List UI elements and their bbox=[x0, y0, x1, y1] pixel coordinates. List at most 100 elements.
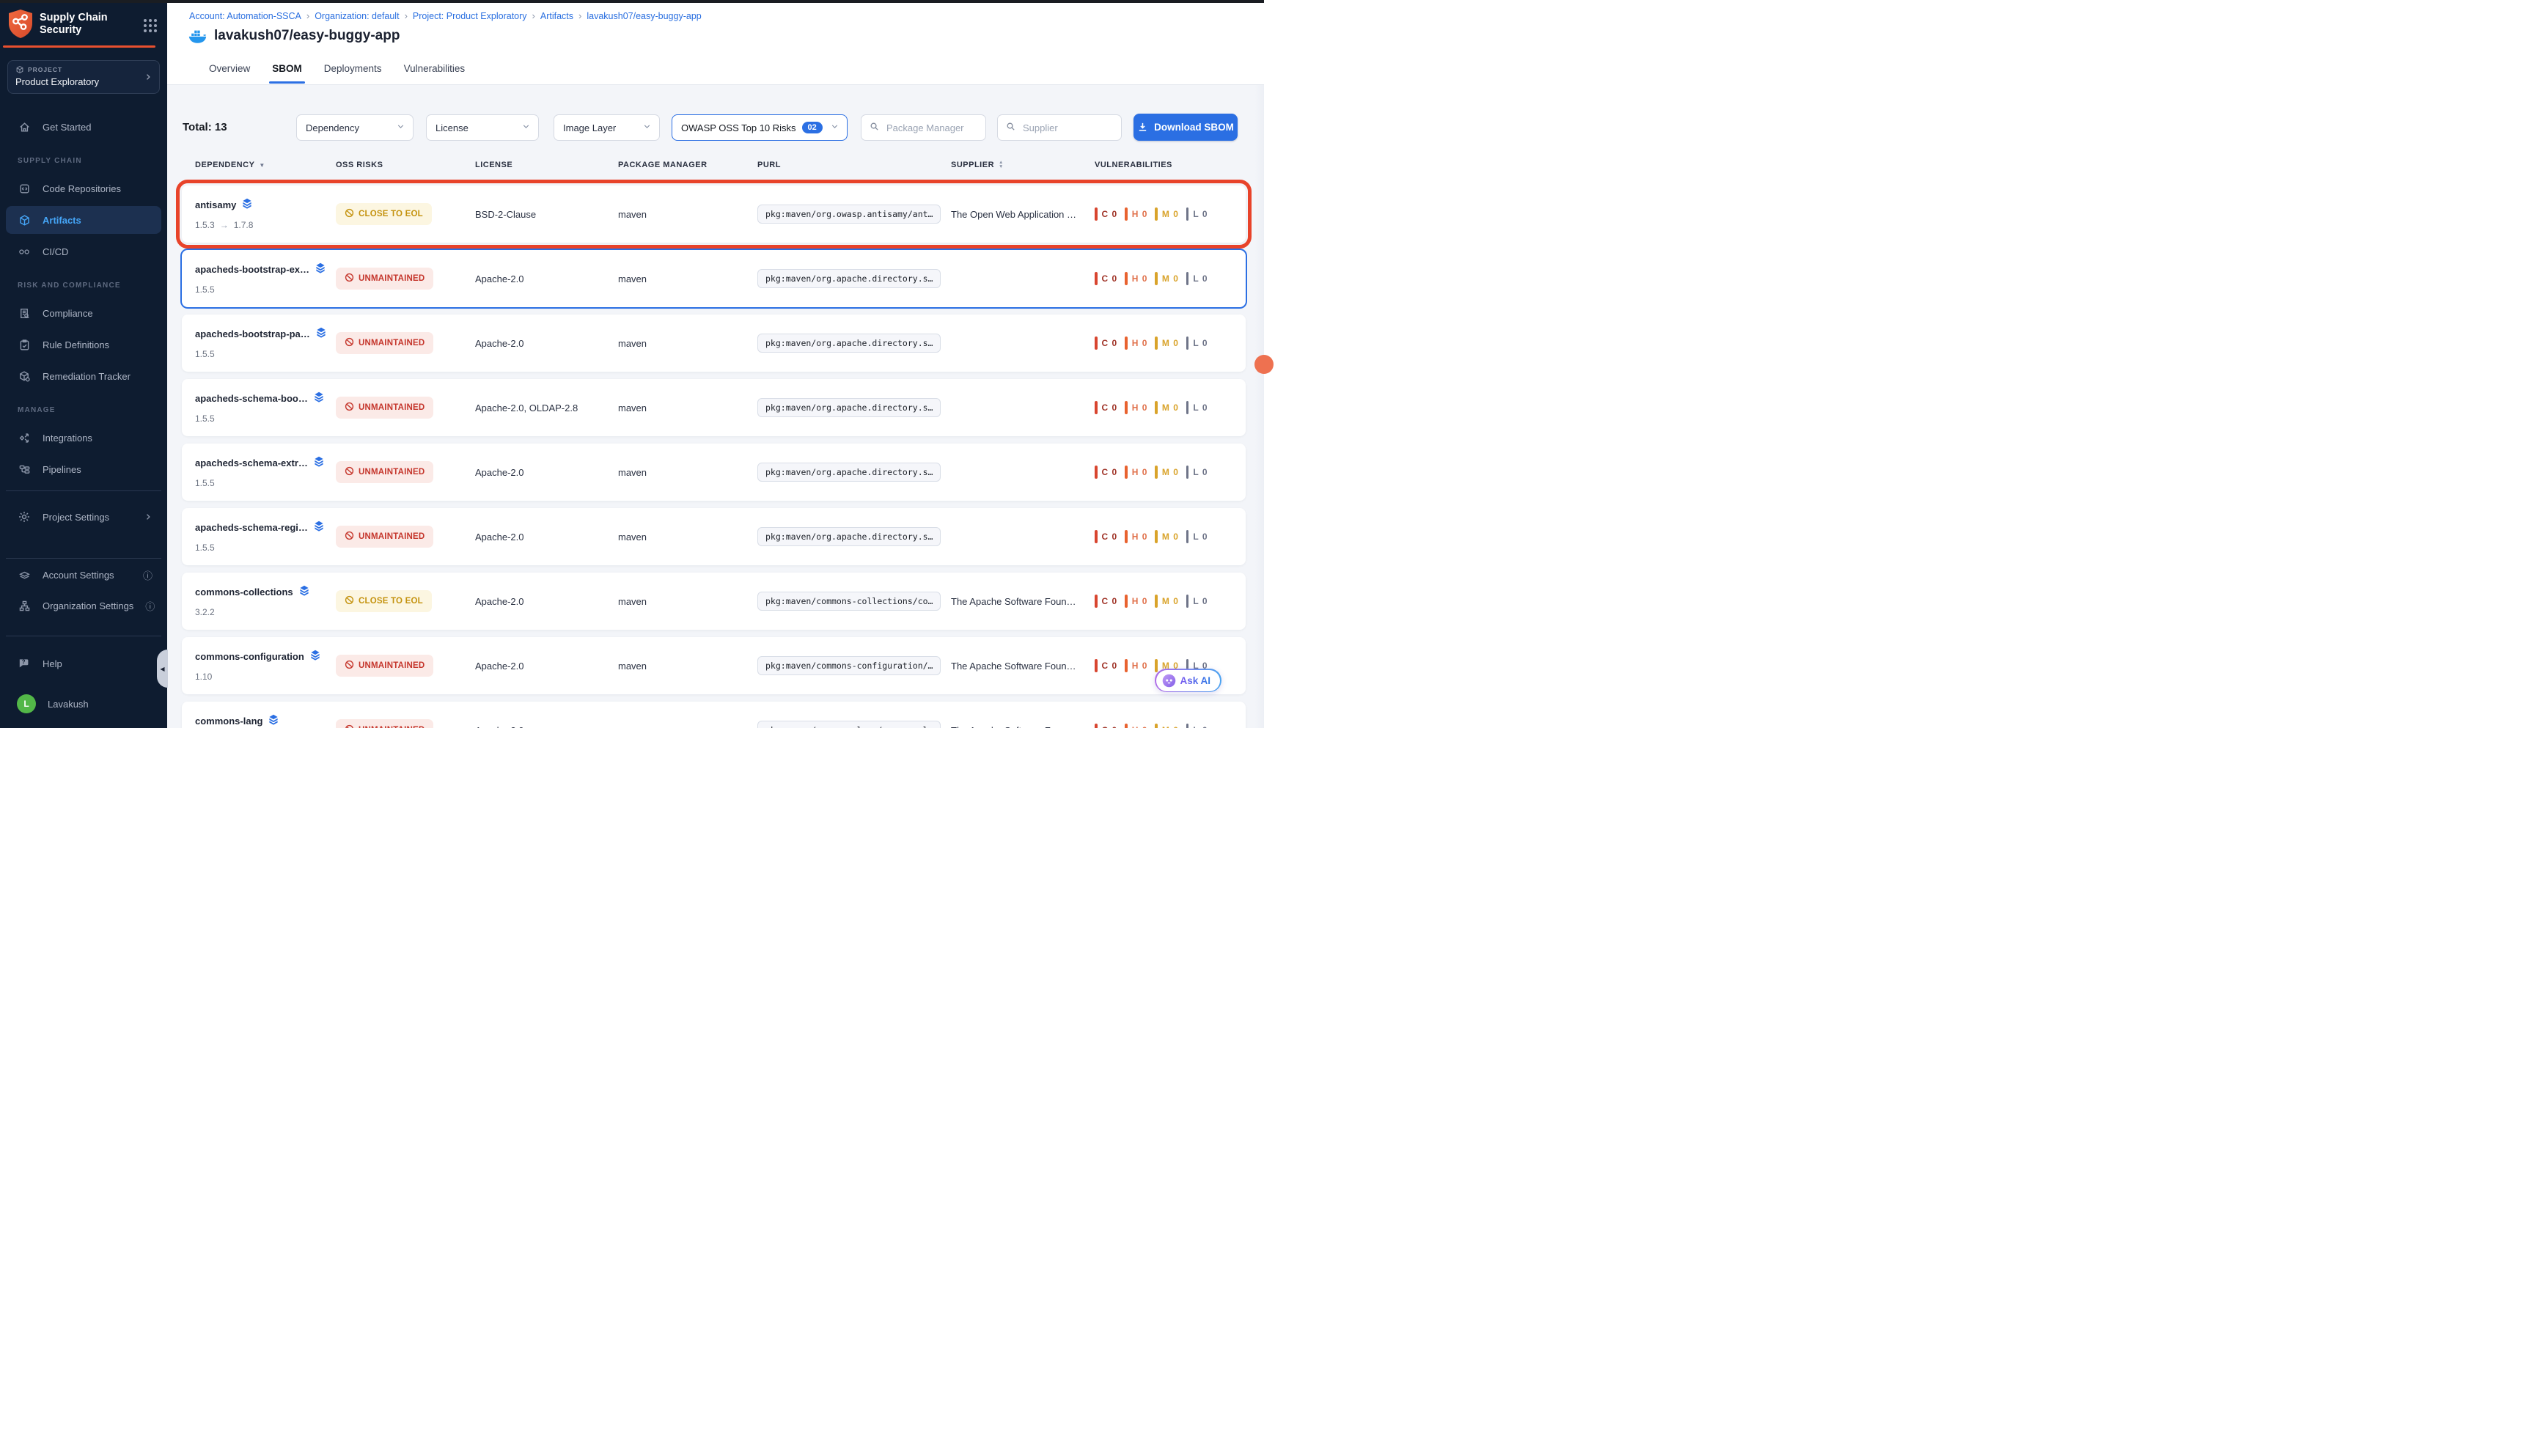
package-manager-search[interactable] bbox=[861, 114, 986, 141]
filter-label: Dependency bbox=[306, 122, 359, 133]
chevron-down-icon bbox=[830, 122, 839, 133]
layers-icon[interactable] bbox=[314, 521, 324, 534]
prohibit-icon bbox=[345, 724, 354, 728]
severity-bar bbox=[1125, 466, 1128, 479]
table-row-antisamy[interactable]: antisamy 1.5.3 → 1.7.8 CLOSE TO EOL BSD-… bbox=[182, 185, 1246, 243]
vuln-m-count: M 0 bbox=[1155, 337, 1179, 350]
sidebar-item-label: Artifacts bbox=[43, 215, 81, 226]
table-row-commons-lang[interactable]: commons-lang 2.6 UNMAINTAINED Apache-2.0… bbox=[182, 702, 1246, 728]
column-header-dependency[interactable]: DEPENDENCY▼ bbox=[195, 161, 336, 169]
feedback-dot[interactable] bbox=[1254, 355, 1274, 374]
filter-dropdown-dependency[interactable]: Dependency bbox=[296, 114, 414, 141]
layers-icon[interactable] bbox=[299, 585, 309, 598]
breadcrumb-link-organization-default[interactable]: Organization: default bbox=[315, 11, 399, 21]
table-row-apacheds-schema-regi[interactable]: apacheds-schema-regi… 1.5.5 UNMAINTAINED… bbox=[182, 508, 1246, 565]
dependency-version: 1.5.5 bbox=[195, 349, 215, 359]
sidebar-item-artifacts[interactable]: Artifacts bbox=[6, 206, 161, 234]
sidebar-collapse-handle[interactable]: ◀ bbox=[157, 650, 168, 688]
filter-dropdown-image-layer[interactable]: Image Layer bbox=[554, 114, 660, 141]
filter-dropdown-license[interactable]: License bbox=[426, 114, 539, 141]
sidebar-item-account-settings[interactable]: Account Settingsⓘ bbox=[6, 561, 161, 589]
severity-bar bbox=[1125, 659, 1128, 672]
dependency-table: antisamy 1.5.3 → 1.7.8 CLOSE TO EOL BSD-… bbox=[182, 185, 1246, 728]
purl-pill[interactable]: pkg:maven/org.apache.directory.s… bbox=[757, 463, 941, 482]
sidebar-item-ci-cd[interactable]: CI/CD bbox=[6, 238, 161, 265]
tab-deployments[interactable]: Deployments bbox=[324, 59, 382, 84]
sidebar-item-project-settings[interactable]: Project Settings bbox=[6, 503, 161, 531]
severity-bar bbox=[1186, 207, 1189, 221]
layers-icon[interactable] bbox=[268, 714, 279, 727]
ask-ai-button[interactable]: Ask AI bbox=[1155, 669, 1221, 692]
purl-pill[interactable]: pkg:maven/org.apache.directory.s… bbox=[757, 269, 941, 288]
layers-icon[interactable] bbox=[310, 650, 320, 663]
purl-pill[interactable]: pkg:maven/commons-configuration/… bbox=[757, 656, 941, 675]
tab-vulnerabilities[interactable]: Vulnerabilities bbox=[404, 59, 466, 84]
sidebar-item-remediation-tracker[interactable]: Remediation Tracker bbox=[6, 362, 161, 390]
table-row-apacheds-bootstrap-ex[interactable]: apacheds-bootstrap-ex… 1.5.5 UNMAINTAINE… bbox=[182, 250, 1246, 307]
layers-icon[interactable] bbox=[315, 262, 326, 276]
owasp-risks-filter[interactable]: OWASP OSS Top 10 Risks 02 bbox=[672, 114, 848, 141]
sidebar-item-get-started[interactable]: Get Started bbox=[6, 113, 161, 141]
severity-bar bbox=[1095, 724, 1098, 728]
purl-pill[interactable]: pkg:maven/org.apache.directory.s… bbox=[757, 527, 941, 546]
sidebar-item-compliance[interactable]: Compliance bbox=[6, 299, 161, 327]
breadcrumb-link-lavakush07-easy-buggy-app[interactable]: lavakush07/easy-buggy-app bbox=[587, 11, 701, 21]
sidebar-item-code-repositories[interactable]: Code Repositories bbox=[6, 174, 161, 202]
package-manager-input[interactable] bbox=[885, 122, 978, 134]
column-label: PACKAGE MANAGER bbox=[618, 161, 708, 169]
sidebar-item-organization-settings[interactable]: Organization Settingsⓘ bbox=[6, 592, 161, 619]
column-header-supplier[interactable]: SUPPLIER▲▼ bbox=[951, 161, 1095, 169]
severity-bar bbox=[1095, 337, 1098, 350]
vulnerabilities-cell: C 0 H 0 M 0 L 0 bbox=[1095, 585, 1246, 617]
project-selector[interactable]: PROJECT Product Exploratory bbox=[7, 60, 160, 94]
breadcrumb-link-project-product-exploratory[interactable]: Project: Product Exploratory bbox=[413, 11, 527, 21]
app-title: Supply ChainSecurity bbox=[40, 12, 120, 37]
supplier-search[interactable] bbox=[997, 114, 1122, 141]
supplier-value: The Apache Software Foun… bbox=[951, 714, 1095, 728]
table-row-apacheds-schema-boo[interactable]: apacheds-schema-boo… 1.5.5 UNMAINTAINED … bbox=[182, 379, 1246, 436]
download-icon bbox=[1137, 122, 1148, 133]
vuln-m-count: M 0 bbox=[1155, 530, 1179, 543]
column-header-package-manager: PACKAGE MANAGER bbox=[618, 161, 757, 169]
sidebar-item-integrations[interactable]: Integrations bbox=[6, 424, 161, 452]
upgrade-arrow-icon: → bbox=[220, 220, 229, 230]
vuln-c-count: C 0 bbox=[1095, 207, 1117, 221]
scrollbar-track[interactable] bbox=[1255, 85, 1264, 728]
supplier-input[interactable] bbox=[1021, 122, 1114, 134]
tab-overview[interactable]: Overview bbox=[209, 59, 250, 84]
table-row-commons-configuration[interactable]: commons-configuration 1.10 UNMAINTAINED … bbox=[182, 637, 1246, 694]
table-row-commons-collections[interactable]: commons-collections 3.2.2 CLOSE TO EOL A… bbox=[182, 573, 1246, 630]
vuln-c-count: C 0 bbox=[1095, 337, 1117, 350]
vuln-m-count: M 0 bbox=[1155, 595, 1179, 608]
tab-sbom[interactable]: SBOM bbox=[272, 59, 302, 84]
breadcrumb-link-artifacts[interactable]: Artifacts bbox=[540, 11, 573, 21]
dependency-name: apacheds-schema-extr… bbox=[195, 457, 308, 468]
purl-pill[interactable]: pkg:maven/org.owasp.antisamy/ant… bbox=[757, 205, 941, 224]
layers-icon[interactable] bbox=[314, 456, 324, 469]
svg-text:?: ? bbox=[22, 659, 26, 666]
app-grid-icon[interactable] bbox=[142, 18, 158, 37]
layers-icon[interactable] bbox=[314, 391, 324, 405]
download-sbom-button[interactable]: Download SBOM bbox=[1133, 114, 1238, 141]
breadcrumb-link-account-automation-ssca[interactable]: Account: Automation-SSCA bbox=[189, 11, 301, 21]
dependency-version: 1.10 bbox=[195, 672, 212, 682]
purl-pill[interactable]: pkg:maven/commons-collections/co… bbox=[757, 592, 941, 611]
vuln-m-count: M 0 bbox=[1155, 466, 1179, 479]
purl-pill[interactable]: pkg:maven/org.apache.directory.s… bbox=[757, 398, 941, 417]
breadcrumb-separator: › bbox=[306, 10, 309, 21]
table-row-apacheds-schema-extr[interactable]: apacheds-schema-extr… 1.5.5 UNMAINTAINED… bbox=[182, 444, 1246, 501]
integrations-icon bbox=[18, 431, 31, 444]
layers-icon[interactable] bbox=[242, 198, 252, 211]
table-row-apacheds-bootstrap-pa[interactable]: apacheds-bootstrap-pa… 1.5.5 UNMAINTAINE… bbox=[182, 315, 1246, 372]
license-value: Apache-2.0, OLDAP-2.8 bbox=[475, 391, 618, 424]
dependency-name: commons-configuration bbox=[195, 651, 304, 662]
user-menu-lavakush[interactable]: LLavakush bbox=[6, 690, 161, 718]
purl-pill[interactable]: pkg:maven/commons-lang/commons-l… bbox=[757, 721, 941, 728]
purl-pill[interactable]: pkg:maven/org.apache.directory.s… bbox=[757, 334, 941, 353]
filter-label: Image Layer bbox=[563, 122, 616, 133]
sidebar-section-risk-and-compliance: RISK AND COMPLIANCE bbox=[18, 282, 121, 290]
sidebar-item-help[interactable]: ?Help bbox=[6, 650, 161, 677]
layers-icon[interactable] bbox=[316, 327, 326, 340]
sidebar-item-pipelines[interactable]: Pipelines bbox=[6, 455, 161, 483]
sidebar-item-rule-definitions[interactable]: Rule Definitions bbox=[6, 331, 161, 359]
